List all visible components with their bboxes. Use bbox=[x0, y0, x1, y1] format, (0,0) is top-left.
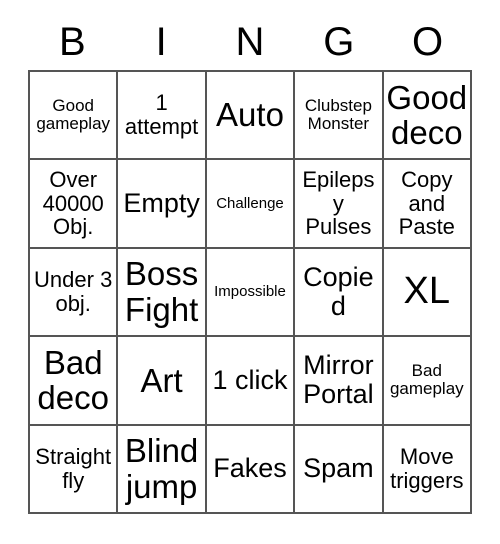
bingo-cell-r3c5[interactable]: XL bbox=[383, 248, 472, 338]
bingo-cell-r1c5[interactable]: Good deco bbox=[383, 72, 472, 161]
bingo-cell-r4c1[interactable]: Bad deco bbox=[30, 337, 119, 426]
bingo-cell-label: Good gameplay bbox=[36, 95, 111, 134]
bingo-cell-r5c4[interactable]: Spam bbox=[295, 425, 384, 514]
bingo-cell-label: 1 click bbox=[212, 364, 288, 395]
bingo-cell-r3c2[interactable]: Boss Fight bbox=[118, 248, 207, 338]
bingo-cell-label: Auto bbox=[216, 96, 284, 134]
bingo-cell-label: Impossible bbox=[214, 282, 286, 300]
bingo-cell-label: Copied bbox=[303, 261, 374, 321]
bingo-cell-r1c2[interactable]: 1 attempt bbox=[118, 72, 207, 161]
bingo-cell-label: Challenge bbox=[216, 194, 284, 212]
bingo-cell-label: Bad deco bbox=[37, 343, 109, 417]
bingo-cell-r5c2[interactable]: Blind jump bbox=[118, 425, 207, 514]
bingo-cell-label: Copy and Paste bbox=[398, 166, 455, 240]
bingo-cell-label: Move triggers bbox=[390, 444, 464, 493]
bingo-grid: Good gameplay 1 attempt Auto Clubstep Monst… bbox=[28, 70, 472, 514]
bingo-header-letter-b: B bbox=[59, 20, 86, 64]
bingo-cell-label: Mirror Portal bbox=[303, 350, 374, 410]
bingo-cell-label: Spam bbox=[303, 453, 374, 484]
bingo-cell-r5c1[interactable]: Straight fly bbox=[30, 425, 119, 514]
bingo-header-letter-g: G bbox=[323, 20, 355, 64]
bingo-cell-r5c5[interactable]: Move triggers bbox=[383, 425, 472, 514]
bingo-cell-label: Good deco bbox=[386, 78, 468, 152]
bingo-cell-label: Art bbox=[140, 361, 183, 399]
bingo-cell-r2c5[interactable]: Copy and Paste bbox=[383, 160, 472, 249]
bingo-cell-r1c3[interactable]: Auto bbox=[206, 72, 296, 161]
bingo-cell-r2c3[interactable]: Challenge bbox=[206, 160, 296, 249]
bingo-cell-r2c4[interactable]: Epilepsy Pulses bbox=[295, 160, 384, 249]
bingo-cell-label: 1 attempt bbox=[124, 90, 199, 140]
bingo-cell-label: Bad gameplay bbox=[389, 361, 464, 399]
bingo-header-letter-n: N bbox=[235, 20, 265, 64]
bingo-cell-label: Boss Fight bbox=[124, 255, 199, 328]
bingo-cell-label: XL bbox=[403, 270, 451, 313]
bingo-cell-r4c4[interactable]: Mirror Portal bbox=[295, 337, 384, 426]
bingo-header-letter-i: I bbox=[155, 20, 167, 64]
bingo-cell-r4c5[interactable]: Bad gameplay bbox=[383, 337, 472, 426]
bingo-cell-label: Blind jump bbox=[124, 432, 199, 505]
bingo-cell-label: Straight fly bbox=[35, 444, 112, 493]
bingo-cell-r3c1[interactable]: Under 3 obj. bbox=[30, 248, 119, 338]
bingo-cell-r1c1[interactable]: Good gameplay bbox=[30, 72, 119, 161]
bingo-cell-label: Clubstep Monster bbox=[304, 95, 372, 134]
bingo-cell-label: Empty bbox=[123, 188, 200, 219]
bingo-cell-r3c4[interactable]: Copied bbox=[295, 248, 384, 338]
bingo-cell-label: Under 3 obj. bbox=[34, 267, 113, 316]
bingo-cell-label: Epilepsy Pulses bbox=[302, 166, 375, 240]
bingo-cell-r1c4[interactable]: Clubstep Monster bbox=[295, 72, 384, 161]
bingo-cell-r5c3[interactable]: Fakes bbox=[206, 425, 296, 514]
bingo-cell-r4c3[interactable]: 1 click bbox=[206, 337, 296, 426]
bingo-cell-r3c3[interactable]: Impossible bbox=[206, 248, 296, 338]
bingo-cell-r2c2[interactable]: Empty bbox=[118, 160, 207, 249]
bingo-cell-r4c2[interactable]: Art bbox=[118, 337, 207, 426]
bingo-header-row: B I N G O bbox=[28, 14, 472, 70]
bingo-cell-r2c1[interactable]: Over 40000 Obj. bbox=[30, 160, 119, 249]
bingo-header-letter-o: O bbox=[412, 20, 444, 64]
bingo-cell-label: Fakes bbox=[213, 453, 287, 484]
bingo-card: B I N G O Good gameplay 1 attempt Auto Club… bbox=[0, 0, 500, 544]
bingo-cell-label: Over 40000 Obj. bbox=[42, 166, 104, 240]
